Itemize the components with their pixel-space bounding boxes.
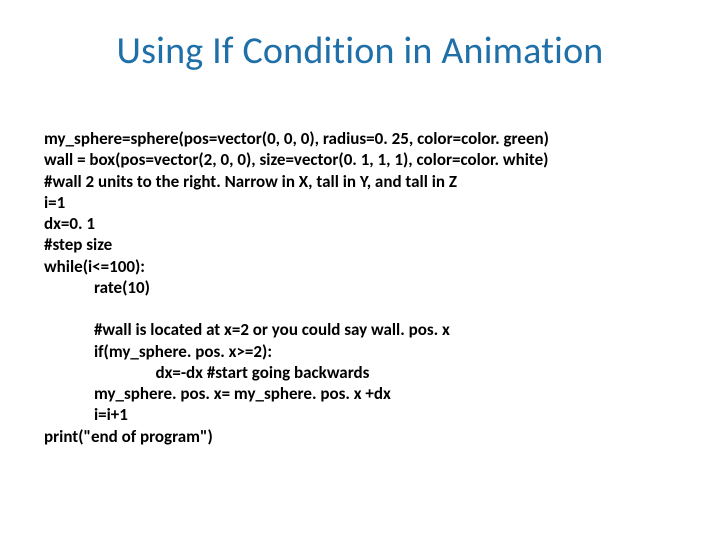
code-line: print("end of program")	[44, 426, 213, 447]
code-line: #step size	[44, 234, 112, 255]
code-line: #wall 2 units to the right. Narrow in X,…	[44, 171, 457, 192]
code-line: i=1	[44, 192, 65, 213]
slide-title: Using If Condition in Animation	[0, 28, 720, 74]
code-line: my_sphere=sphere(pos=vector(0, 0, 0), ra…	[44, 128, 549, 149]
code-line: dx=0. 1	[44, 213, 95, 234]
code-line: #wall is located at x=2 or you could say…	[44, 319, 450, 340]
code-line: my_sphere. pos. x= my_sphere. pos. x +dx	[44, 383, 391, 404]
code-line: i=i+1	[44, 404, 128, 425]
code-line: rate(10)	[44, 277, 150, 298]
code-block: my_sphere=sphere(pos=vector(0, 0, 0), ra…	[44, 128, 549, 447]
code-line: dx=-dx #start going backwards	[44, 362, 369, 383]
code-line: while(i<=100):	[44, 256, 145, 277]
slide: Using If Condition in Animation my_spher…	[0, 0, 720, 540]
code-line: if(my_sphere. pos. x>=2):	[44, 341, 272, 362]
code-line: wall = box(pos=vector(2, 0, 0), size=vec…	[44, 149, 548, 170]
